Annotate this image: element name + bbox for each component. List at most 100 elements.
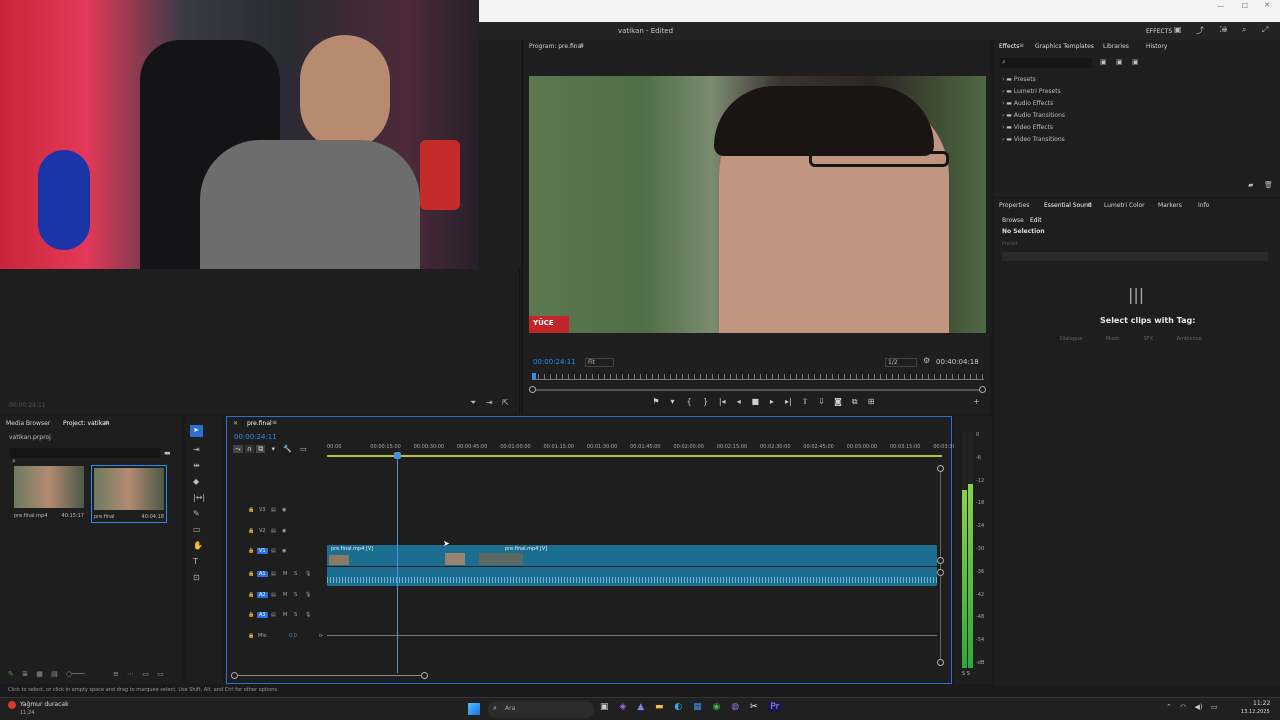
zoom-slider[interactable]: ○─── <box>66 670 85 678</box>
premiere-icon[interactable]: Pr <box>768 702 782 712</box>
timeline-ruler[interactable]: 00:00 00:00:15:00 00:00:30:00 00:00:45:00 00… <box>327 444 964 458</box>
workspace-icon[interactable]: ▣ <box>1174 25 1182 34</box>
captions-icon[interactable]: ▭ <box>300 445 307 453</box>
list-view-icon[interactable]: ≣ <box>22 670 28 678</box>
tab-project[interactable]: Project: vatikan <box>63 420 110 427</box>
linked-selection-icon[interactable]: ⧉ <box>256 445 266 453</box>
essential-sound-menu-icon[interactable]: ≡ <box>1087 201 1092 208</box>
nest-icon[interactable]: ⤳ <box>233 445 243 453</box>
wrench-icon[interactable]: ⇥ <box>486 398 493 407</box>
sync-icon[interactable]: ▤ <box>271 571 276 577</box>
quick-export-icon[interactable]: ⤴ <box>1196 25 1204 36</box>
program-timecode[interactable]: 00:00:24:11 <box>533 358 576 366</box>
track-label[interactable]: V1 <box>257 548 268 554</box>
sync-icon[interactable]: ▤ <box>271 592 276 598</box>
go-in-icon[interactable]: } <box>699 397 713 407</box>
audio-clip[interactable] <box>327 567 937 586</box>
capcut-icon[interactable]: ✂ <box>750 702 758 712</box>
ripple-edit-icon[interactable]: ⇹ <box>193 461 200 470</box>
compare-icon[interactable]: ⧉ <box>848 397 862 407</box>
mic-icon[interactable]: 🎙 <box>305 571 311 577</box>
effects-item[interactable]: › ▬ Lumetri Presets <box>1002 88 1065 100</box>
wifi-icon[interactable]: ◠ <box>1180 703 1186 711</box>
rectangle-tool-icon[interactable]: ▭ <box>193 525 201 534</box>
tab-graphics-templates[interactable]: Graphics Templates <box>1035 43 1094 50</box>
sync-icon[interactable]: ▤ <box>271 548 276 554</box>
tag-ambience-button[interactable]: Ambience <box>1177 336 1202 342</box>
project-search[interactable]: ⌕ <box>10 448 160 465</box>
timeline-playhead-head[interactable] <box>394 452 401 459</box>
tab-markers[interactable]: Markers <box>1158 202 1182 209</box>
clock-time[interactable]: 11:22 <box>1253 700 1270 707</box>
mute-icon[interactable]: M <box>283 592 287 598</box>
yuv-effects-icon[interactable]: ▣ <box>1132 58 1139 66</box>
eye-icon[interactable]: ◉ <box>282 548 286 554</box>
effects-item[interactable]: › ▬ Video Transitions <box>1002 136 1065 148</box>
weather-widget[interactable]: Yağmur duracak 11:24 <box>8 700 88 718</box>
timeline-menu-icon[interactable]: ≡ <box>272 419 277 426</box>
tab-properties[interactable]: Properties <box>999 202 1029 209</box>
delete-icon[interactable]: ▭ <box>157 670 164 678</box>
mix-value[interactable]: 0.0 <box>289 633 297 639</box>
effects-item[interactable]: › ▬ Presets <box>1002 76 1065 88</box>
track-label[interactable]: A1 <box>257 571 268 577</box>
zoom-scrollbar[interactable] <box>532 389 984 391</box>
tab-lumetri-color[interactable]: Lumetri Color <box>1104 202 1145 209</box>
selection-tool-icon[interactable]: ▸ <box>190 425 203 437</box>
type-tool-icon[interactable]: T <box>193 557 198 566</box>
mic-icon[interactable]: 🎙 <box>305 612 311 618</box>
eye-icon[interactable]: ◉ <box>282 507 286 513</box>
tag-music-button[interactable]: Music <box>1106 336 1120 342</box>
effects-item[interactable]: › ▬ Video Effects <box>1002 124 1065 136</box>
automate-icon[interactable]: ⋯ <box>127 670 134 678</box>
timeline-playhead[interactable] <box>397 453 398 673</box>
solo-icon[interactable]: S <box>294 612 297 618</box>
step-back-icon[interactable]: |◂ <box>715 397 729 407</box>
lock-icon[interactable]: 🔒 <box>248 612 254 618</box>
timeline-timecode[interactable]: 00:00:24:11 <box>234 433 277 441</box>
timeline-tab[interactable]: pre.final <box>247 420 272 427</box>
program-title[interactable]: Program: pre.final <box>529 43 583 50</box>
maximize-icon[interactable]: ☐ <box>1242 2 1248 10</box>
solo-icon[interactable]: S <box>294 571 297 577</box>
slip-tool-icon[interactable]: |↔| <box>193 493 205 502</box>
sync-icon[interactable]: ▤ <box>271 612 276 618</box>
hscroll-handle[interactable] <box>231 672 238 679</box>
timeline-close-icon[interactable]: ✕ <box>233 420 238 427</box>
mark-in-icon[interactable]: ▾ <box>666 397 680 407</box>
add-marker-icon[interactable]: ⚑ <box>649 397 663 407</box>
eye-icon[interactable]: ◉ <box>282 528 286 534</box>
overlay-icon[interactable]: ⊞ <box>864 397 878 407</box>
tag-sfx-button[interactable]: SFX <box>1144 336 1153 342</box>
timeline-settings-icon[interactable]: 🔧 <box>283 445 292 453</box>
mic-icon[interactable]: 🎙 <box>305 592 311 598</box>
lock-icon[interactable]: 🔒 <box>248 528 254 534</box>
tab-essential-sound[interactable]: Essential Sound <box>1044 202 1092 209</box>
effects-item[interactable]: › ▬ Audio Transitions <box>1002 112 1065 124</box>
play-icon[interactable]: ▸ <box>765 397 779 407</box>
sync-icon[interactable]: ▤ <box>271 507 276 513</box>
filter-icon[interactable]: ⏷ <box>470 398 476 408</box>
track-label[interactable]: A2 <box>257 592 268 598</box>
lock-icon[interactable]: 🔒 <box>248 507 254 513</box>
track-label[interactable]: A3 <box>257 612 268 618</box>
zoom-handle-right[interactable] <box>979 386 986 393</box>
tab-info[interactable]: Info <box>1198 202 1209 209</box>
icon-view-icon[interactable]: ▦ <box>36 670 43 678</box>
close-icon[interactable]: ✕ <box>1264 1 1270 9</box>
clock-date[interactable]: 13.12.2025 <box>1241 709 1270 715</box>
minimize-icon[interactable]: — <box>1217 2 1224 10</box>
hand-tool-icon[interactable]: ✋ <box>193 541 203 550</box>
file-explorer-icon[interactable]: ▬ <box>655 702 664 712</box>
copilot-icon[interactable]: ◈ <box>619 702 626 712</box>
camera-icon[interactable]: ◙ <box>831 397 845 407</box>
mute-icon[interactable]: M <box>283 612 287 618</box>
32bit-effects-icon[interactable]: ▣ <box>1116 58 1123 66</box>
subtab-browse[interactable]: Browse <box>1002 217 1024 224</box>
accelerated-effects-icon[interactable]: ▣ <box>1100 58 1107 66</box>
freeform-view-icon[interactable]: ▤ <box>51 670 58 678</box>
solo-icon[interactable]: S <box>294 592 297 598</box>
settings-wrench-icon[interactable]: ⚙ <box>923 356 930 365</box>
tab-effects[interactable]: Effects <box>999 43 1019 50</box>
list-icon[interactable]: ≡ <box>1221 25 1228 34</box>
